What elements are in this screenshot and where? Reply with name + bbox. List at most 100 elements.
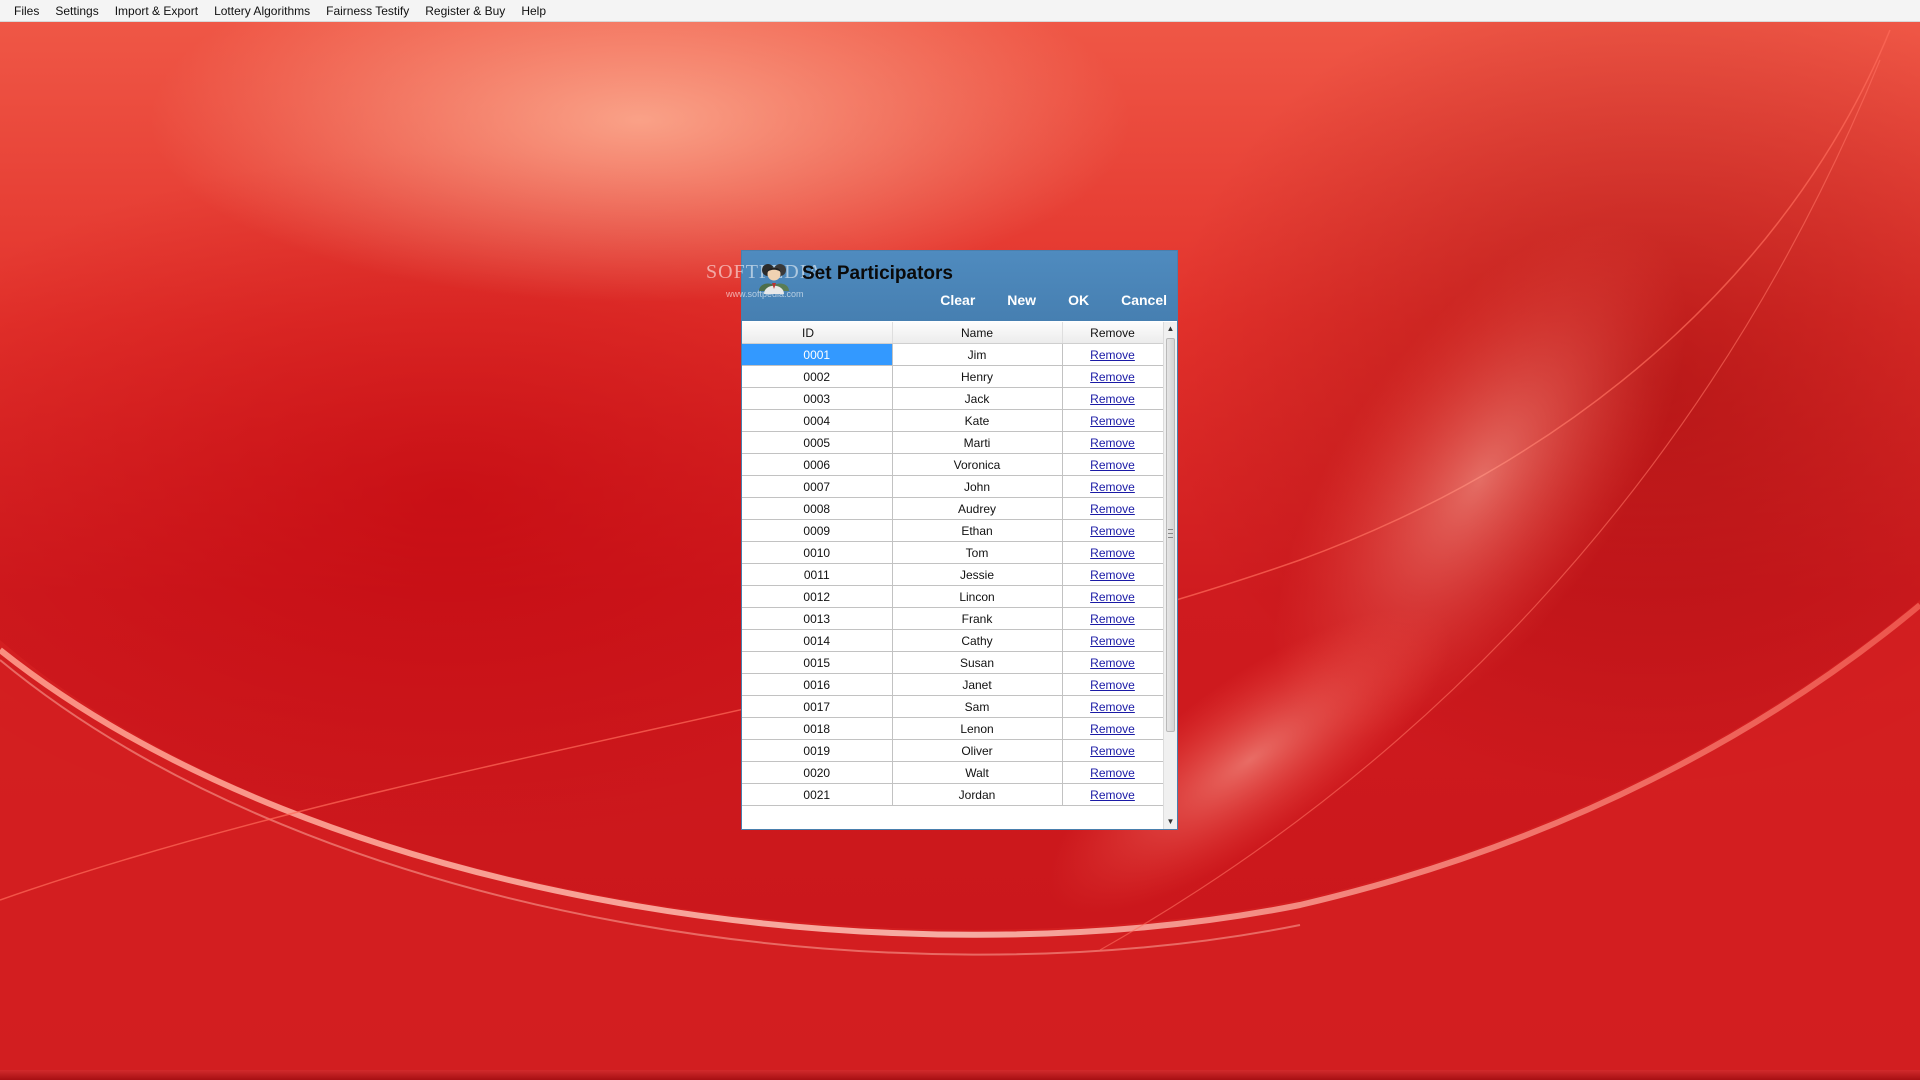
table-row[interactable]: 0012 Lincon Remove bbox=[742, 585, 1163, 608]
cell-id[interactable]: 0012 bbox=[742, 585, 893, 608]
column-header-name[interactable]: Name bbox=[892, 322, 1063, 344]
cell-name[interactable]: Henry bbox=[892, 365, 1063, 388]
menu-settings[interactable]: Settings bbox=[47, 0, 106, 22]
table-row[interactable]: 0001 Jim Remove bbox=[742, 343, 1163, 366]
menu-import-export[interactable]: Import & Export bbox=[107, 0, 206, 22]
table-row[interactable]: 0004 Kate Remove bbox=[742, 409, 1163, 432]
cell-name[interactable]: Kate bbox=[892, 409, 1063, 432]
table-row[interactable]: 0011 Jessie Remove bbox=[742, 563, 1163, 586]
cell-id[interactable]: 0001 bbox=[742, 343, 893, 366]
cell-name[interactable]: Walt bbox=[892, 761, 1063, 784]
cell-id[interactable]: 0010 bbox=[742, 541, 893, 564]
remove-link[interactable]: Remove bbox=[1090, 700, 1135, 714]
cell-id[interactable]: 0021 bbox=[742, 783, 893, 806]
table-row[interactable]: 0016 Janet Remove bbox=[742, 673, 1163, 696]
remove-link[interactable]: Remove bbox=[1090, 722, 1135, 736]
cell-id[interactable]: 0002 bbox=[742, 365, 893, 388]
cell-id[interactable]: 0008 bbox=[742, 497, 893, 520]
cell-id[interactable]: 0004 bbox=[742, 409, 893, 432]
cell-id[interactable]: 0009 bbox=[742, 519, 893, 542]
remove-link[interactable]: Remove bbox=[1090, 348, 1135, 362]
cell-name[interactable]: Frank bbox=[892, 607, 1063, 630]
remove-link[interactable]: Remove bbox=[1090, 458, 1135, 472]
menu-files[interactable]: Files bbox=[6, 0, 47, 22]
cell-name[interactable]: Janet bbox=[892, 673, 1063, 696]
cell-id[interactable]: 0014 bbox=[742, 629, 893, 652]
remove-link[interactable]: Remove bbox=[1090, 480, 1135, 494]
cell-name[interactable]: Ethan bbox=[892, 519, 1063, 542]
cell-id[interactable]: 0007 bbox=[742, 475, 893, 498]
table-row[interactable]: 0007 John Remove bbox=[742, 475, 1163, 498]
menu-register-buy[interactable]: Register & Buy bbox=[417, 0, 513, 22]
remove-link[interactable]: Remove bbox=[1090, 568, 1135, 582]
remove-link[interactable]: Remove bbox=[1090, 656, 1135, 670]
cell-name[interactable]: Marti bbox=[892, 431, 1063, 454]
cell-id[interactable]: 0015 bbox=[742, 651, 893, 674]
column-header-id[interactable]: ID bbox=[742, 322, 893, 344]
remove-link[interactable]: Remove bbox=[1090, 524, 1135, 538]
remove-link[interactable]: Remove bbox=[1090, 678, 1135, 692]
cell-name[interactable]: Jordan bbox=[892, 783, 1063, 806]
cell-name[interactable]: Susan bbox=[892, 651, 1063, 674]
remove-link[interactable]: Remove bbox=[1090, 436, 1135, 450]
remove-link[interactable]: Remove bbox=[1090, 414, 1135, 428]
table-row[interactable]: 0021 Jordan Remove bbox=[742, 783, 1163, 806]
ok-button[interactable]: OK bbox=[1068, 292, 1089, 308]
table-row[interactable]: 0018 Lenon Remove bbox=[742, 717, 1163, 740]
cell-name[interactable]: Jack bbox=[892, 387, 1063, 410]
cell-id[interactable]: 0006 bbox=[742, 453, 893, 476]
cell-id[interactable]: 0020 bbox=[742, 761, 893, 784]
cell-name[interactable]: Lenon bbox=[892, 717, 1063, 740]
cell-name[interactable]: Oliver bbox=[892, 739, 1063, 762]
cell-id[interactable]: 0019 bbox=[742, 739, 893, 762]
cell-name[interactable]: Lincon bbox=[892, 585, 1063, 608]
menu-help[interactable]: Help bbox=[513, 0, 554, 22]
cell-id[interactable]: 0003 bbox=[742, 387, 893, 410]
table-row[interactable]: 0020 Walt Remove bbox=[742, 761, 1163, 784]
table-row[interactable]: 0006 Voronica Remove bbox=[742, 453, 1163, 476]
cell-id[interactable]: 0016 bbox=[742, 673, 893, 696]
remove-link[interactable]: Remove bbox=[1090, 546, 1135, 560]
table-row[interactable]: 0014 Cathy Remove bbox=[742, 629, 1163, 652]
table-row[interactable]: 0008 Audrey Remove bbox=[742, 497, 1163, 520]
table-row[interactable]: 0015 Susan Remove bbox=[742, 651, 1163, 674]
cell-id[interactable]: 0017 bbox=[742, 695, 893, 718]
table-row[interactable]: 0017 Sam Remove bbox=[742, 695, 1163, 718]
table-row[interactable]: 0019 Oliver Remove bbox=[742, 739, 1163, 762]
cancel-button[interactable]: Cancel bbox=[1121, 292, 1167, 308]
menu-lottery-algorithms[interactable]: Lottery Algorithms bbox=[206, 0, 318, 22]
cell-name[interactable]: Tom bbox=[892, 541, 1063, 564]
remove-link[interactable]: Remove bbox=[1090, 590, 1135, 604]
remove-link[interactable]: Remove bbox=[1090, 502, 1135, 516]
remove-link[interactable]: Remove bbox=[1090, 634, 1135, 648]
cell-name[interactable]: Voronica bbox=[892, 453, 1063, 476]
cell-id[interactable]: 0011 bbox=[742, 563, 893, 586]
remove-link[interactable]: Remove bbox=[1090, 788, 1135, 802]
remove-link[interactable]: Remove bbox=[1090, 612, 1135, 626]
cell-id[interactable]: 0013 bbox=[742, 607, 893, 630]
clear-button[interactable]: Clear bbox=[940, 292, 975, 308]
cell-name[interactable]: John bbox=[892, 475, 1063, 498]
cell-name[interactable]: Jim bbox=[892, 343, 1063, 366]
new-button[interactable]: New bbox=[1007, 292, 1036, 308]
remove-link[interactable]: Remove bbox=[1090, 392, 1135, 406]
menu-fairness-testify[interactable]: Fairness Testify bbox=[318, 0, 417, 22]
table-row[interactable]: 0002 Henry Remove bbox=[742, 365, 1163, 388]
table-row[interactable]: 0010 Tom Remove bbox=[742, 541, 1163, 564]
table-row[interactable]: 0005 Marti Remove bbox=[742, 431, 1163, 454]
remove-link[interactable]: Remove bbox=[1090, 744, 1135, 758]
table-row[interactable]: 0003 Jack Remove bbox=[742, 387, 1163, 410]
remove-link[interactable]: Remove bbox=[1090, 370, 1135, 384]
vertical-scrollbar[interactable]: ▲ ▼ bbox=[1163, 322, 1177, 829]
table-row[interactable]: 0013 Frank Remove bbox=[742, 607, 1163, 630]
table-row[interactable]: 0009 Ethan Remove bbox=[742, 519, 1163, 542]
cell-id[interactable]: 0018 bbox=[742, 717, 893, 740]
remove-link[interactable]: Remove bbox=[1090, 766, 1135, 780]
scrollbar-thumb[interactable] bbox=[1166, 338, 1175, 732]
scroll-up-arrow-icon[interactable]: ▲ bbox=[1164, 322, 1177, 336]
column-header-remove[interactable]: Remove bbox=[1062, 322, 1163, 344]
cell-name[interactable]: Cathy bbox=[892, 629, 1063, 652]
scroll-down-arrow-icon[interactable]: ▼ bbox=[1164, 815, 1177, 829]
cell-name[interactable]: Sam bbox=[892, 695, 1063, 718]
cell-name[interactable]: Jessie bbox=[892, 563, 1063, 586]
